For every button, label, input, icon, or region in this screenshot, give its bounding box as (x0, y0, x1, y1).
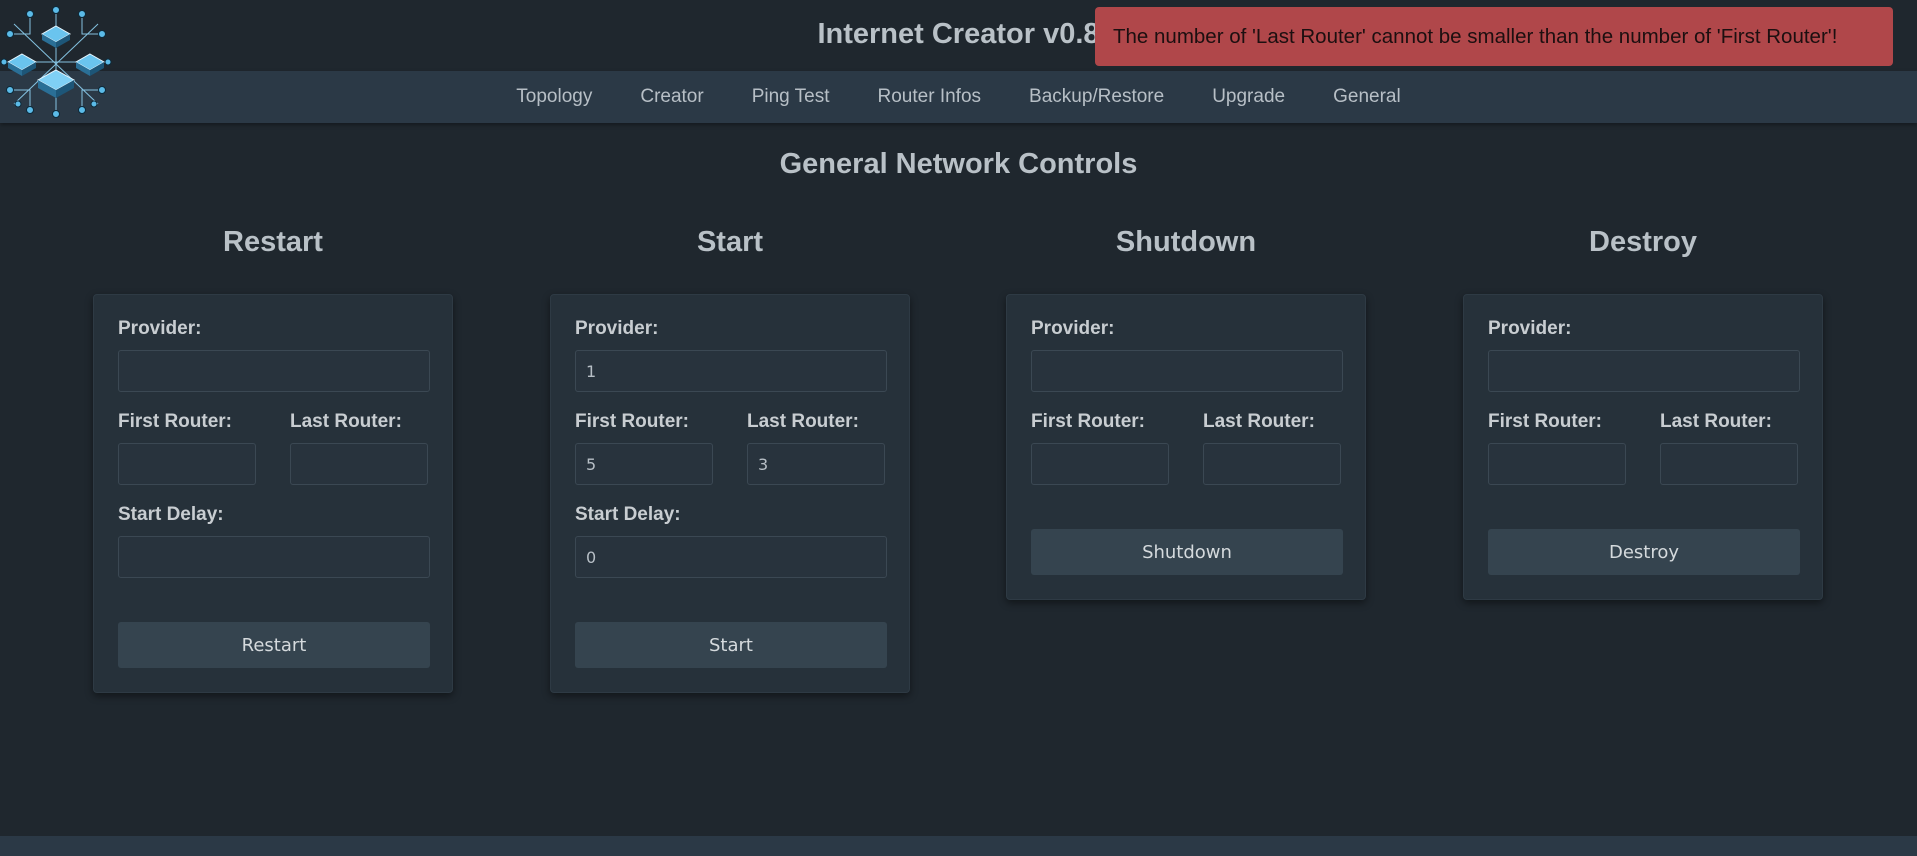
nav-item-topology[interactable]: Topology (492, 86, 616, 108)
restart-button[interactable]: Restart (118, 622, 430, 668)
network-logo-icon[interactable] (0, 4, 112, 120)
shutdown-first-router-input[interactable] (1031, 443, 1169, 485)
error-toast[interactable]: The number of 'Last Router' cannot be sm… (1095, 7, 1893, 66)
shutdown-first-router-label: First Router: (1031, 411, 1145, 432)
start-title: Start (696, 226, 764, 258)
page-title: General Network Controls (779, 148, 1138, 180)
start-button[interactable]: Start (575, 622, 887, 668)
shutdown-provider-input[interactable] (1031, 350, 1343, 392)
restart-last-router-input[interactable] (290, 443, 428, 485)
error-toast-message: The number of 'Last Router' cannot be sm… (1113, 24, 1838, 48)
nav-bar: Topology Creator Ping Test Router Infos … (0, 71, 1917, 123)
restart-start-delay-input[interactable] (118, 536, 430, 578)
restart-section: Restart Provider: First Router: Last Rou… (93, 226, 453, 693)
destroy-last-router-input[interactable] (1660, 443, 1798, 485)
start-last-router-label: Last Router: (747, 411, 859, 432)
start-start-delay-label: Start Delay: (575, 504, 681, 525)
nav-item-general[interactable]: General (1309, 86, 1425, 108)
start-first-router-input[interactable] (575, 443, 713, 485)
start-section: Start Provider: First Router: Last Route… (550, 226, 910, 693)
restart-first-router-input[interactable] (118, 443, 256, 485)
shutdown-last-router-input[interactable] (1203, 443, 1341, 485)
shutdown-provider-label: Provider: (1031, 318, 1115, 339)
destroy-card: Provider: First Router: Last Router: Des… (1463, 294, 1823, 600)
nav-item-upgrade[interactable]: Upgrade (1188, 86, 1309, 108)
shutdown-button[interactable]: Shutdown (1031, 529, 1343, 575)
restart-provider-label: Provider: (118, 318, 202, 339)
nav-item-ping-test[interactable]: Ping Test (728, 86, 854, 108)
destroy-first-router-input[interactable] (1488, 443, 1626, 485)
start-first-router-label: First Router: (575, 411, 689, 432)
start-provider-label: Provider: (575, 318, 659, 339)
restart-first-router-label: First Router: (118, 411, 232, 432)
restart-card: Provider: First Router: Last Router: Sta… (93, 294, 453, 693)
restart-start-delay-label: Start Delay: (118, 504, 224, 525)
restart-provider-input[interactable] (118, 350, 430, 392)
shutdown-last-router-label: Last Router: (1203, 411, 1315, 432)
nav-item-router-infos[interactable]: Router Infos (854, 86, 1006, 108)
destroy-title: Destroy (1589, 226, 1697, 258)
nav-item-backup-restore[interactable]: Backup/Restore (1005, 86, 1188, 108)
destroy-button[interactable]: Destroy (1488, 529, 1800, 575)
destroy-first-router-label: First Router: (1488, 411, 1602, 432)
restart-title: Restart (223, 226, 323, 258)
restart-last-router-label: Last Router: (290, 411, 402, 432)
shutdown-card: Provider: First Router: Last Router: Shu… (1006, 294, 1366, 600)
start-card: Provider: First Router: Last Router: Sta… (550, 294, 910, 693)
shutdown-title: Shutdown (1115, 226, 1257, 258)
start-provider-input[interactable] (575, 350, 887, 392)
nav-item-creator[interactable]: Creator (616, 86, 727, 108)
destroy-section: Destroy Provider: First Router: Last Rou… (1463, 226, 1823, 600)
start-last-router-input[interactable] (747, 443, 885, 485)
destroy-last-router-label: Last Router: (1660, 411, 1772, 432)
shutdown-section: Shutdown Provider: First Router: Last Ro… (1006, 226, 1366, 600)
destroy-provider-label: Provider: (1488, 318, 1572, 339)
start-start-delay-input[interactable] (575, 536, 887, 578)
footer-bar (0, 836, 1917, 856)
destroy-provider-input[interactable] (1488, 350, 1800, 392)
